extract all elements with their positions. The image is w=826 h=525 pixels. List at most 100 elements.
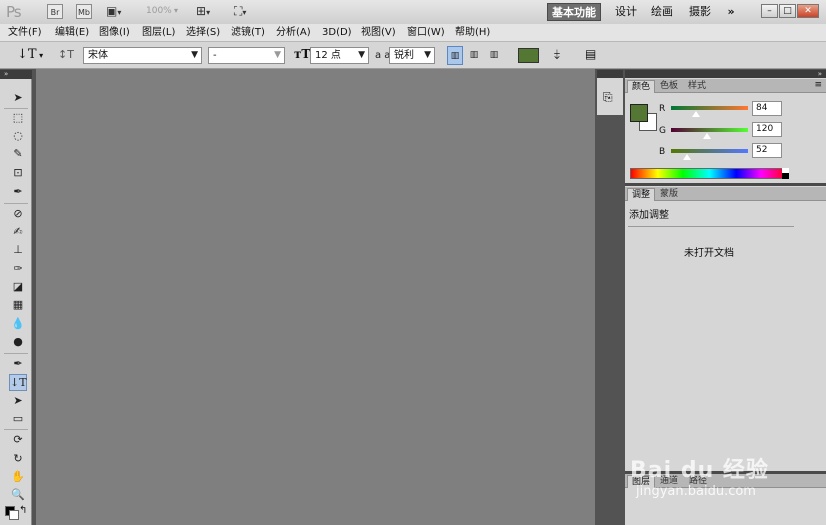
blue-value-input[interactable]: 52 bbox=[752, 143, 782, 158]
blur-tool-icon[interactable]: 💧 bbox=[10, 316, 26, 332]
menu-edit[interactable]: 编辑(E) bbox=[55, 25, 89, 40]
photoshop-logo: Ps bbox=[6, 3, 22, 21]
character-panel-icon[interactable]: ▤ bbox=[585, 47, 596, 61]
red-value-input[interactable]: 84 bbox=[752, 101, 782, 116]
quick-selection-tool-icon[interactable]: ✎ bbox=[10, 146, 26, 162]
launch-mini-bridge-button[interactable]: Mb bbox=[76, 4, 92, 19]
heading-divider bbox=[628, 226, 794, 227]
align-bottom-button[interactable]: ▥ bbox=[486, 46, 502, 65]
tab-masks[interactable]: 蒙版 bbox=[656, 188, 682, 201]
crop-tool-icon[interactable]: ⊡ bbox=[10, 165, 26, 181]
font-family-value: 宋体 bbox=[88, 50, 108, 61]
menu-view[interactable]: 视图(V) bbox=[361, 25, 396, 40]
menu-window[interactable]: 窗口(W) bbox=[407, 25, 445, 40]
workspace-painting-button[interactable]: 绘画 bbox=[648, 3, 676, 21]
more-workspaces-button[interactable]: » bbox=[722, 3, 740, 21]
tab-swatches[interactable]: 色板 bbox=[656, 80, 682, 93]
arrange-documents-icon[interactable]: ⊞▾ bbox=[196, 4, 210, 19]
font-style-select[interactable]: - ▼ bbox=[208, 47, 285, 64]
toolbar-divider bbox=[4, 353, 28, 354]
green-value-input[interactable]: 120 bbox=[752, 122, 782, 137]
background-color-chip[interactable] bbox=[9, 510, 19, 520]
chevron-down-icon: ▼ bbox=[424, 50, 431, 60]
red-slider-track[interactable] bbox=[671, 106, 748, 110]
minimize-button[interactable]: – bbox=[761, 4, 778, 18]
toolbar-divider bbox=[4, 203, 28, 204]
expand-icon: » bbox=[4, 70, 9, 78]
screen-mode-icon[interactable]: ⛶▾ bbox=[234, 4, 246, 19]
orientation-toggle-icon[interactable]: ↕T bbox=[58, 48, 74, 61]
green-slider-handle[interactable] bbox=[703, 133, 711, 139]
foreground-color-swatch[interactable] bbox=[630, 104, 648, 122]
menu-3d[interactable]: 3D(D) bbox=[322, 25, 352, 40]
3d-rotate-tool-icon[interactable]: ⟳ bbox=[10, 432, 26, 448]
gradient-tool-icon[interactable]: ▦ bbox=[10, 297, 26, 313]
dodge-tool-icon[interactable]: ● bbox=[10, 334, 26, 350]
align-top-button[interactable]: ▥ bbox=[447, 46, 463, 65]
tab-adjustments[interactable]: 调整 bbox=[627, 188, 656, 201]
brush-tool-icon[interactable]: ✍ bbox=[10, 224, 26, 240]
chevron-down-icon: ▼ bbox=[274, 50, 281, 60]
font-family-select[interactable]: 宋体 ▼ bbox=[83, 47, 202, 64]
swap-colors-icon[interactable]: ↰ bbox=[19, 505, 27, 516]
blue-slider-handle[interactable] bbox=[683, 154, 691, 160]
lasso-tool-icon[interactable]: ◌ bbox=[10, 128, 26, 144]
panel-divider bbox=[625, 183, 826, 186]
red-slider-handle[interactable] bbox=[692, 111, 700, 117]
tab-color[interactable]: 颜色 bbox=[627, 80, 656, 93]
panel-menu-icon[interactable]: ≡ bbox=[814, 80, 822, 90]
maximize-button[interactable]: □ bbox=[779, 4, 796, 18]
path-selection-tool-icon[interactable]: ➤ bbox=[10, 393, 26, 409]
text-color-swatch[interactable] bbox=[518, 48, 539, 63]
workspace-photography-button[interactable]: 摄影 bbox=[686, 3, 714, 21]
toolbar-divider bbox=[4, 429, 28, 430]
history-brush-tool-icon[interactable]: ✑ bbox=[10, 261, 26, 277]
document-canvas-area[interactable] bbox=[36, 69, 595, 525]
warp-text-icon[interactable]: ⤈ bbox=[554, 47, 560, 62]
3d-orbit-tool-icon[interactable]: ↻ bbox=[10, 451, 26, 467]
launch-bridge-button[interactable]: Br bbox=[47, 4, 63, 19]
rectangle-tool-icon[interactable]: ▭ bbox=[10, 411, 26, 427]
antialias-select[interactable]: 锐利 ▼ bbox=[389, 47, 435, 64]
zoom-dropdown-arrow[interactable]: ▾ bbox=[174, 6, 178, 15]
hand-tool-icon[interactable]: ✋ bbox=[10, 469, 26, 485]
green-slider-track[interactable] bbox=[671, 128, 748, 132]
menu-file[interactable]: 文件(F) bbox=[8, 25, 42, 40]
marquee-tool-icon[interactable]: ⬚ bbox=[10, 110, 26, 126]
close-button[interactable]: ✕ bbox=[797, 4, 819, 18]
toolbar-divider bbox=[4, 108, 28, 109]
healing-brush-tool-icon[interactable]: ⊘ bbox=[10, 206, 26, 222]
align-center-button[interactable]: ▥ bbox=[466, 46, 482, 65]
workspace-design-button[interactable]: 设计 bbox=[612, 3, 640, 21]
green-label: G bbox=[659, 126, 666, 136]
tool-preset-icon[interactable]: ↓T ▾ bbox=[17, 47, 43, 62]
color-spectrum-ramp[interactable] bbox=[630, 168, 789, 179]
add-adjustment-heading: 添加调整 bbox=[629, 210, 669, 221]
toolbar-collapse-strip[interactable]: » bbox=[0, 70, 32, 79]
view-extras-icon[interactable]: ▣▾ bbox=[106, 4, 121, 19]
menu-layer[interactable]: 图层(L) bbox=[142, 25, 175, 40]
font-size-value: 12 点 bbox=[315, 50, 341, 61]
watermark-brand: Bai du 经验 bbox=[630, 458, 769, 483]
blue-label: B bbox=[659, 147, 666, 157]
spectrum-black-chip[interactable] bbox=[782, 173, 789, 179]
pen-tool-icon[interactable]: ✒ bbox=[10, 356, 26, 372]
workspace-essentials-button[interactable]: 基本功能 bbox=[547, 3, 601, 21]
move-tool-icon[interactable]: ➤ bbox=[10, 90, 26, 106]
tab-styles[interactable]: 样式 bbox=[684, 80, 710, 93]
eyedropper-tool-icon[interactable]: ✒ bbox=[10, 184, 26, 200]
clone-stamp-tool-icon[interactable]: ⊥ bbox=[10, 242, 26, 258]
menu-filter[interactable]: 滤镜(T) bbox=[231, 25, 265, 40]
menu-image[interactable]: 图像(I) bbox=[99, 25, 130, 40]
red-label: R bbox=[659, 104, 666, 114]
font-size-select[interactable]: 12 点 ▼ bbox=[310, 47, 369, 64]
blue-slider-track[interactable] bbox=[671, 149, 748, 153]
menu-analysis[interactable]: 分析(A) bbox=[276, 25, 311, 40]
zoom-tool-icon[interactable]: 🔍 bbox=[10, 487, 26, 503]
zoom-level[interactable]: 100% bbox=[146, 6, 172, 16]
history-panel-icon[interactable]: ⎘ bbox=[603, 90, 613, 105]
type-tool-icon[interactable]: ↓T bbox=[9, 374, 27, 391]
menu-help[interactable]: 帮助(H) bbox=[455, 25, 490, 40]
menu-select[interactable]: 选择(S) bbox=[186, 25, 220, 40]
eraser-tool-icon[interactable]: ◪ bbox=[10, 279, 26, 295]
